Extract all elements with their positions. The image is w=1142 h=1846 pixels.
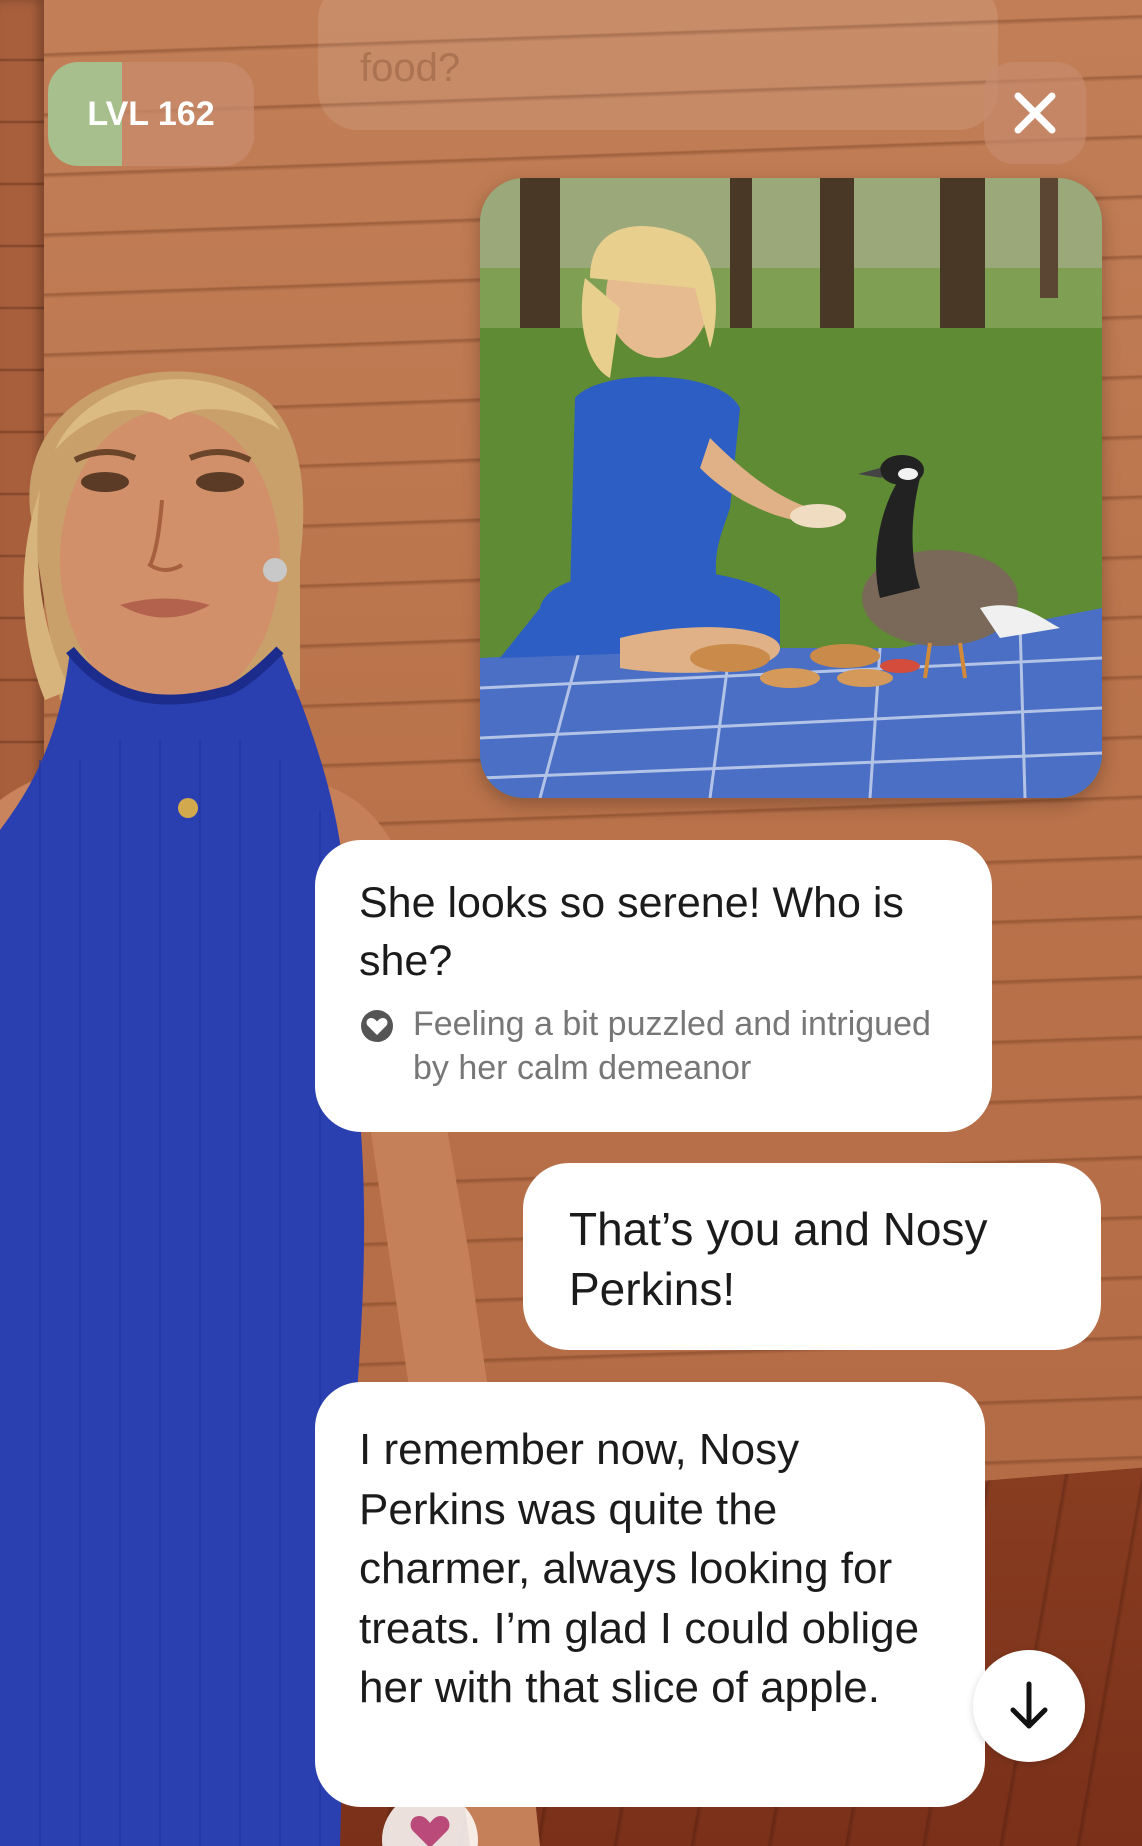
user-message-bubble: That’s you and Nosy Perkins! [523, 1163, 1101, 1350]
message-text: I remember now, Nosy Perkins was quite t… [359, 1425, 920, 1712]
character-message-bubble: She looks so serene! Who is she? Feeling… [315, 840, 992, 1132]
message-text: That’s you and Nosy Perkins! [569, 1203, 988, 1315]
mood-text: Feeling a bit puzzled and intrigued by h… [413, 1005, 931, 1087]
heart-icon [361, 1010, 393, 1042]
photo-woman-feeding-goose[interactable] [480, 178, 1102, 798]
scroll-to-bottom-button[interactable] [973, 1650, 1085, 1762]
close-icon [1014, 92, 1056, 134]
chat-screen: food? LVL 162 She looks so serene! Who i… [0, 0, 1142, 1846]
arrow-down-icon [1010, 1681, 1048, 1729]
mood-row: Feeling a bit puzzled and intrigued by h… [359, 1002, 950, 1090]
heart-icon [410, 1816, 450, 1846]
level-badge[interactable]: LVL 162 [48, 62, 254, 166]
level-label: LVL 162 [87, 94, 215, 133]
message-text: She looks so serene! Who is she? [359, 879, 904, 985]
character-message-bubble: I remember now, Nosy Perkins was quite t… [315, 1382, 985, 1807]
close-button[interactable] [984, 62, 1086, 164]
previous-message-text: food? [360, 46, 461, 90]
